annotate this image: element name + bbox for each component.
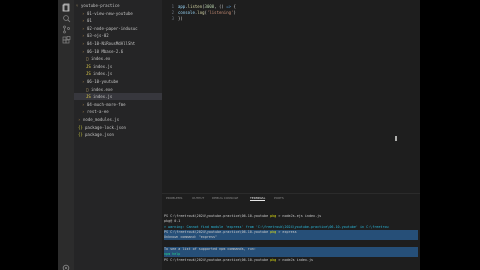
explorer-item-label: index.js: [93, 71, 113, 77]
terminal-text: pkg@ 0.1: [164, 219, 181, 223]
explorer-item-label: index.exe: [91, 86, 113, 92]
terminal-text: > express: [276, 230, 297, 234]
panel-tab[interactable]: Output: [192, 196, 204, 201]
json-file-icon: {}: [78, 132, 83, 138]
terminal-text: > nodeJs index.js: [276, 258, 314, 262]
line-number: 3: [171, 16, 174, 21]
code-editor[interactable]: 1 app.listen(3000, () => {2 console.log('…: [162, 0, 420, 193]
terminal-text: PS C:\freetrouk\2024\youtube-practice\06…: [164, 214, 271, 218]
code-line: console.log('listening'): [178, 10, 236, 16]
explorer-item[interactable]: › 04-10-NiRousMdAllSht: [74, 40, 162, 47]
video-letterbox-left: [0, 0, 58, 270]
explorer-item[interactable]: › 06-10 Mbase-2.6: [74, 48, 162, 55]
explorer-item[interactable]: {} package-lock.json: [74, 124, 162, 131]
explorer-item[interactable]: › 03-ejs-02: [74, 32, 162, 39]
js-file-icon: JS: [86, 94, 91, 100]
panel-tab[interactable]: Terminal: [250, 196, 266, 201]
vscode-window: ˅ youtube-practice › 01-view-new-youtube › 01…: [58, 0, 420, 270]
terminal-line: Unknown command: "express": [164, 235, 418, 240]
code-token: 'listening': [206, 10, 234, 15]
panel-tabs: Problems Output Debug Console Terminal Ports: [162, 194, 420, 202]
code-line: }): [178, 16, 183, 22]
explorer-item[interactable]: JS index.js: [74, 63, 162, 70]
explorer-item[interactable]: › 01-view-new-youtube: [74, 10, 162, 17]
settings-gear-icon[interactable]: [61, 258, 71, 270]
terminal-line: npm help: [164, 252, 418, 257]
explorer-item[interactable]: › node_modules.js: [74, 116, 162, 123]
code-token: {: [231, 4, 236, 9]
terminal-text: PS C:\freetrouk\2024\youtube-practice\06…: [164, 258, 271, 262]
terminal-line: pkg@ 0.1: [164, 219, 418, 224]
explorer-item-label: index.js: [93, 94, 113, 100]
bottom-panel: Problems Output Debug Console Terminal Ports…: [162, 193, 420, 270]
explorer-item[interactable]: □ index.ex: [74, 55, 162, 62]
explorer-item[interactable]: ˅ youtube-practice: [74, 2, 162, 9]
terminal-text: To see a list of supported npm commands,…: [164, 247, 256, 251]
explorer-item-label: node_modules.js: [83, 117, 120, 122]
explorer-item-label: 04-10-NiRousMdAllSht: [87, 41, 136, 46]
explorer-item-label: 01-view-new-youtube: [87, 10, 133, 16]
explorer-item-label: index.ex: [91, 56, 111, 62]
explorer-item[interactable]: › rest-a-ee: [74, 108, 162, 115]
explorer-item-label: rest-a-ee: [87, 109, 109, 115]
terminal-line: PS C:\freetrouk\2024\youtube-practice\06…: [164, 258, 418, 263]
extensions-icon[interactable]: [61, 36, 71, 46]
code-token: }): [178, 16, 183, 21]
search-icon[interactable]: [61, 14, 71, 24]
code-token: 3000: [204, 4, 215, 9]
explorer-item-label: 06-10 Mbase-2.6: [87, 48, 124, 54]
explorer-item[interactable]: JS index.js: [74, 70, 162, 77]
explorer-item[interactable]: {} package.json: [74, 131, 162, 138]
panel-tab[interactable]: Ports: [274, 196, 284, 201]
js-file-icon: JS: [86, 71, 91, 77]
code-token: , (): [214, 4, 227, 9]
explorer-item[interactable]: › 04-much-more-fme: [74, 101, 162, 108]
explorer-item[interactable]: JS index.js: [74, 93, 162, 101]
explorer-item[interactable]: › 02-node-paper-indusuc: [74, 25, 162, 32]
terminal-text: npm help: [164, 252, 181, 256]
json-file-icon: {}: [78, 124, 83, 130]
explorer-item-label: 01: [87, 18, 92, 24]
explorer-item-label: package.json: [85, 132, 114, 138]
panel-tab[interactable]: Problems: [166, 196, 182, 201]
explorer-item-label: index.js: [93, 63, 113, 69]
terminal-text: > nodeJs-ejs index.js: [276, 214, 322, 218]
activity-bar: [58, 0, 74, 270]
terminal-text: > warning: Cannot find module 'express' …: [164, 225, 389, 229]
explorer-item-label: 02-node-paper-indusuc: [87, 25, 138, 31]
code-token: log: [197, 10, 205, 15]
code-token: console: [178, 10, 195, 15]
explorer-item-label: 04-much-more-fme: [87, 101, 126, 107]
explorer-item[interactable]: › 01: [74, 17, 162, 24]
explorer-item-label: 06-10-youtube: [87, 79, 119, 84]
explorer-item-label: youtube-practice: [81, 3, 120, 8]
explorer-icon[interactable]: [61, 3, 71, 13]
code-token: listen: [187, 4, 203, 9]
video-letterbox-right: [422, 0, 480, 270]
code-token: ): [233, 10, 236, 15]
terminal-text: PS C:\freetrouk\2024\youtube-practice\06…: [164, 230, 271, 234]
mouse-cursor: [395, 136, 397, 141]
terminal-text: Unknown command: "express": [164, 235, 218, 239]
explorer-sidebar: ˅ youtube-practice › 01-view-new-youtube › 01…: [74, 0, 162, 270]
explorer-item-label: package-lock.json: [85, 124, 126, 130]
source-control-icon[interactable]: [61, 25, 71, 35]
explorer-item[interactable]: □ index.exe: [74, 86, 162, 93]
js-file-icon: JS: [86, 63, 91, 69]
explorer-item[interactable]: › 06-10-youtube: [74, 78, 162, 85]
explorer-item-label: 03-ejs-02: [87, 33, 109, 39]
panel-tab[interactable]: Debug Console: [212, 196, 238, 201]
